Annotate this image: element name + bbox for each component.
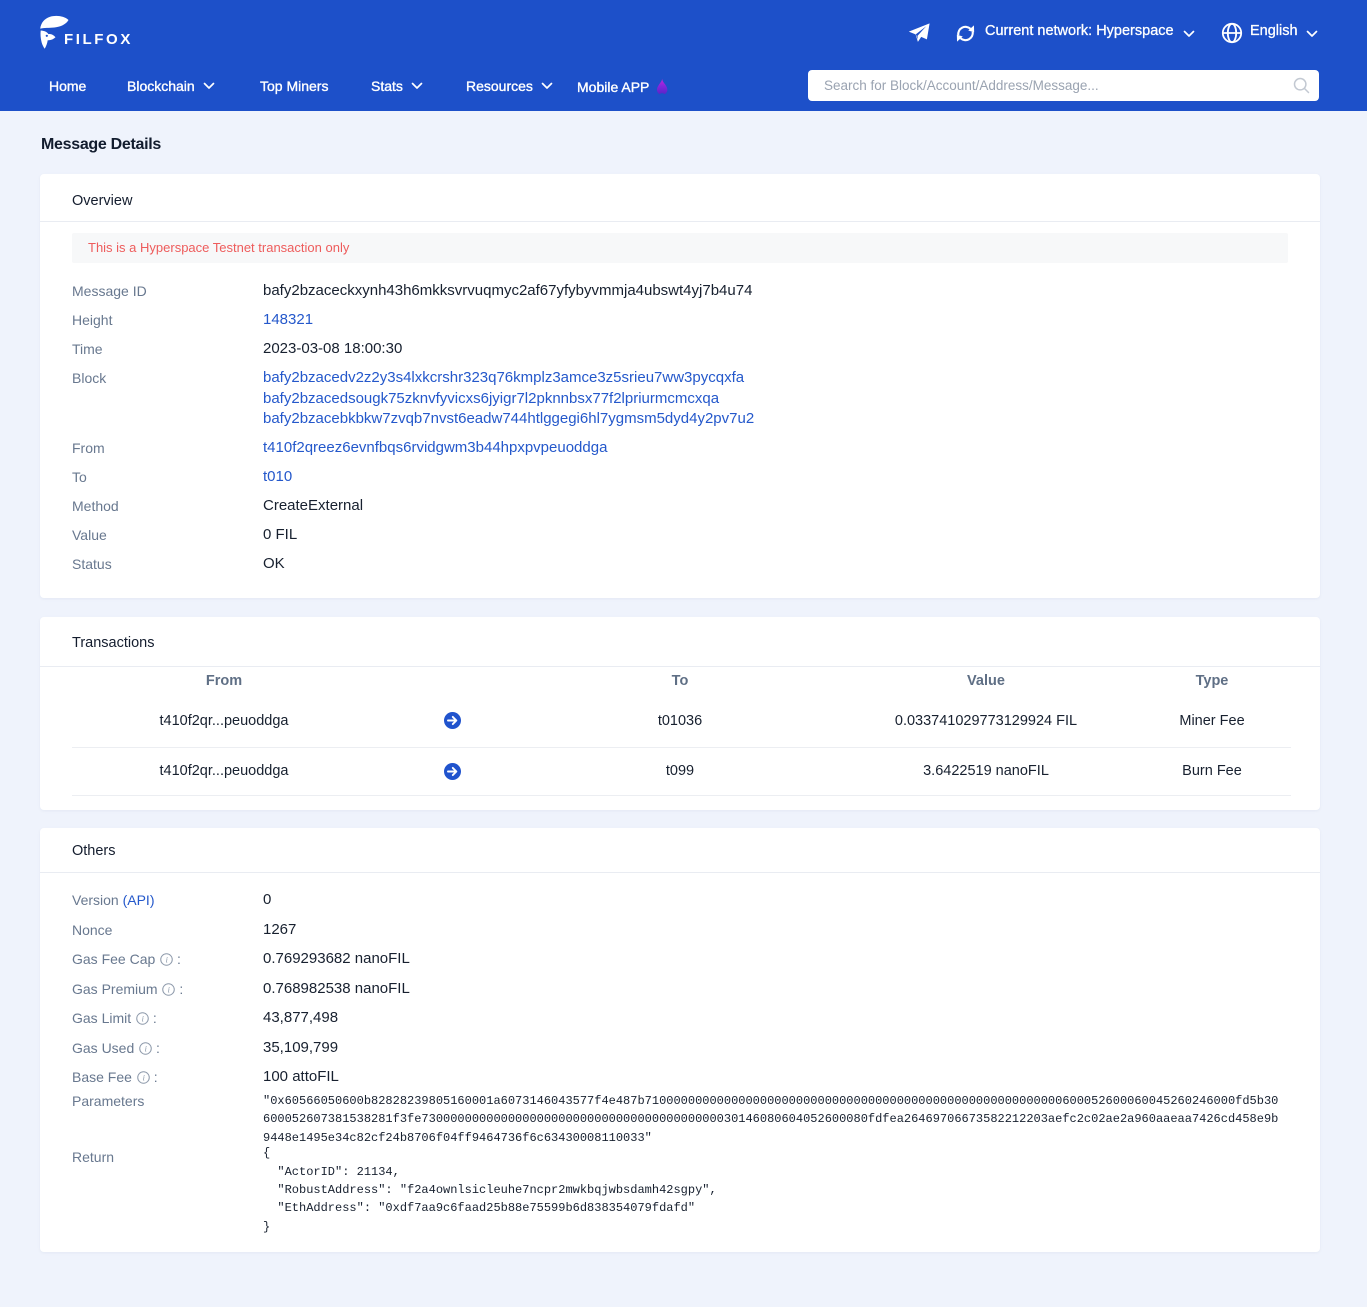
svg-text:i: i — [166, 954, 169, 964]
svg-text:i: i — [142, 1072, 145, 1082]
svg-text:i: i — [145, 1043, 148, 1053]
svg-text:i: i — [142, 1013, 145, 1023]
svg-text:i: i — [168, 984, 171, 994]
